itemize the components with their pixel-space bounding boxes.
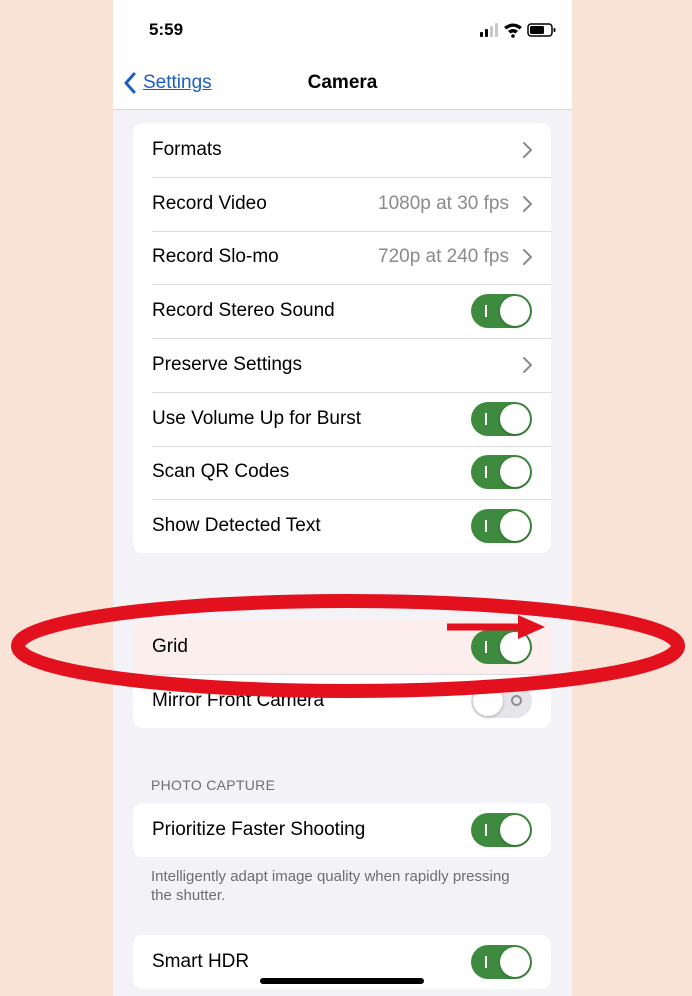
chevron-right-icon [523, 141, 533, 158]
row-label: Mirror Front Camera [152, 689, 325, 711]
preserve-settings-row[interactable]: Preserve Settings [133, 338, 551, 392]
row-label: Use Volume Up for Burst [152, 407, 362, 429]
volume-burst-row: Use Volume Up for Burst [133, 391, 551, 446]
record-stereo-row: Record Stereo Sound [133, 284, 551, 338]
status-bar: 5:59 [113, 0, 572, 58]
section-header: PHOTO CAPTURE [151, 777, 276, 793]
prioritize-toggle[interactable] [471, 812, 532, 847]
row-label: Grid [152, 635, 188, 657]
row-label: Record Stereo Sound [152, 300, 335, 322]
record-slomo-row[interactable]: Record Slo-mo 720p at 240 fps [133, 230, 551, 285]
row-label: Preserve Settings [152, 353, 302, 375]
signal-icon [480, 23, 498, 37]
nav-bar: Settings Camera [113, 58, 572, 110]
scan-qr-toggle[interactable] [471, 455, 532, 490]
grid-toggle[interactable] [471, 629, 532, 664]
row-value: 720p at 240 fps [378, 246, 509, 268]
row-label: Prioritize Faster Shooting [152, 818, 366, 840]
prioritize-row: Prioritize Faster Shooting [133, 803, 551, 857]
composition-group: Grid Mirror Front Camera [133, 620, 551, 728]
wifi-icon [504, 23, 522, 38]
photo-capture-group: Prioritize Faster Shooting [133, 803, 551, 857]
row-label: Scan QR Codes [152, 461, 290, 483]
home-indicator[interactable] [260, 978, 424, 984]
mirror-front-toggle[interactable] [471, 683, 532, 718]
battery-icon [527, 23, 556, 37]
formats-row[interactable]: Formats [133, 123, 551, 177]
footnote: Intelligently adapt image quality when r… [151, 868, 510, 904]
settings-screen: 5:59 Settings Camera Formats Record Vide… [113, 0, 572, 996]
row-label: Formats [152, 138, 222, 160]
grid-row: Grid [133, 620, 551, 674]
camera-settings-group: Formats Record Video 1080p at 30 fps Rec… [133, 123, 551, 553]
chevron-right-icon [523, 195, 533, 212]
record-video-row[interactable]: Record Video 1080p at 30 fps [133, 176, 551, 231]
row-label: Record Slo-mo [152, 246, 279, 268]
detected-text-row: Show Detected Text [133, 499, 551, 553]
row-label: Smart HDR [152, 950, 250, 972]
status-time: 5:59 [149, 20, 184, 39]
chevron-right-icon [523, 249, 533, 266]
scan-qr-row: Scan QR Codes [133, 445, 551, 500]
row-label: Record Video [152, 192, 267, 214]
row-label: Show Detected Text [152, 515, 321, 537]
status-icons [480, 23, 556, 38]
smart-hdr-toggle[interactable] [471, 944, 532, 979]
row-value: 1080p at 30 fps [378, 192, 509, 214]
chevron-right-icon [523, 356, 533, 373]
page-title: Camera [307, 72, 378, 93]
detected-text-toggle[interactable] [471, 509, 532, 544]
record-stereo-toggle[interactable] [471, 294, 532, 329]
mirror-front-row: Mirror Front Camera [133, 673, 551, 728]
volume-burst-toggle[interactable] [471, 401, 532, 436]
